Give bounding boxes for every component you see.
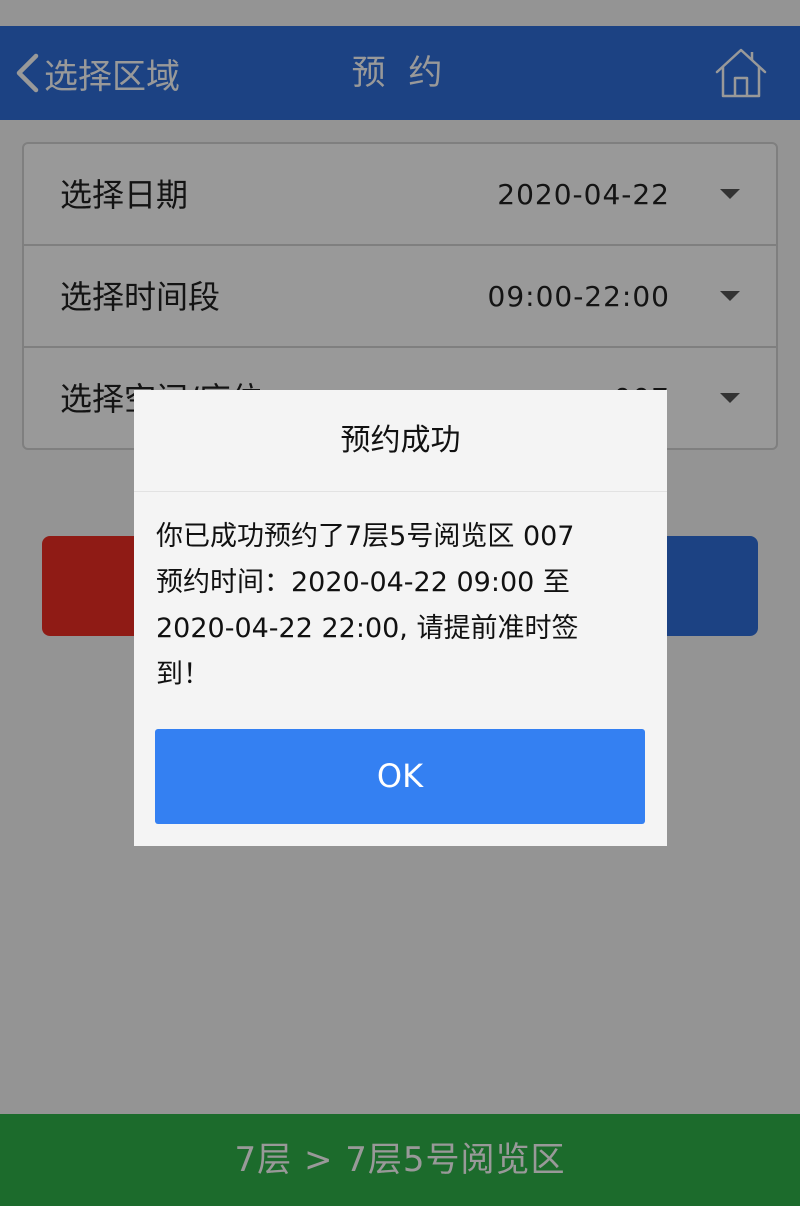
dialog-message-line: 预约时间：2020-04-22 09:00 至: [156, 567, 570, 598]
dialog-message-line: 到！: [156, 659, 210, 690]
success-dialog: 预约成功 你已成功预约了7层5号阅览区 007 预约时间：2020-04-22 …: [134, 390, 667, 846]
dialog-title: 预约成功: [134, 390, 667, 492]
ok-button[interactable]: OK: [155, 729, 645, 824]
dialog-message-line: 2020-04-22 22:00, 请提前准时签: [156, 613, 579, 644]
dialog-message-line: 你已成功预约了7层5号阅览区 007: [156, 521, 575, 552]
dialog-message: 你已成功预约了7层5号阅览区 007 预约时间：2020-04-22 09:00…: [134, 492, 667, 698]
